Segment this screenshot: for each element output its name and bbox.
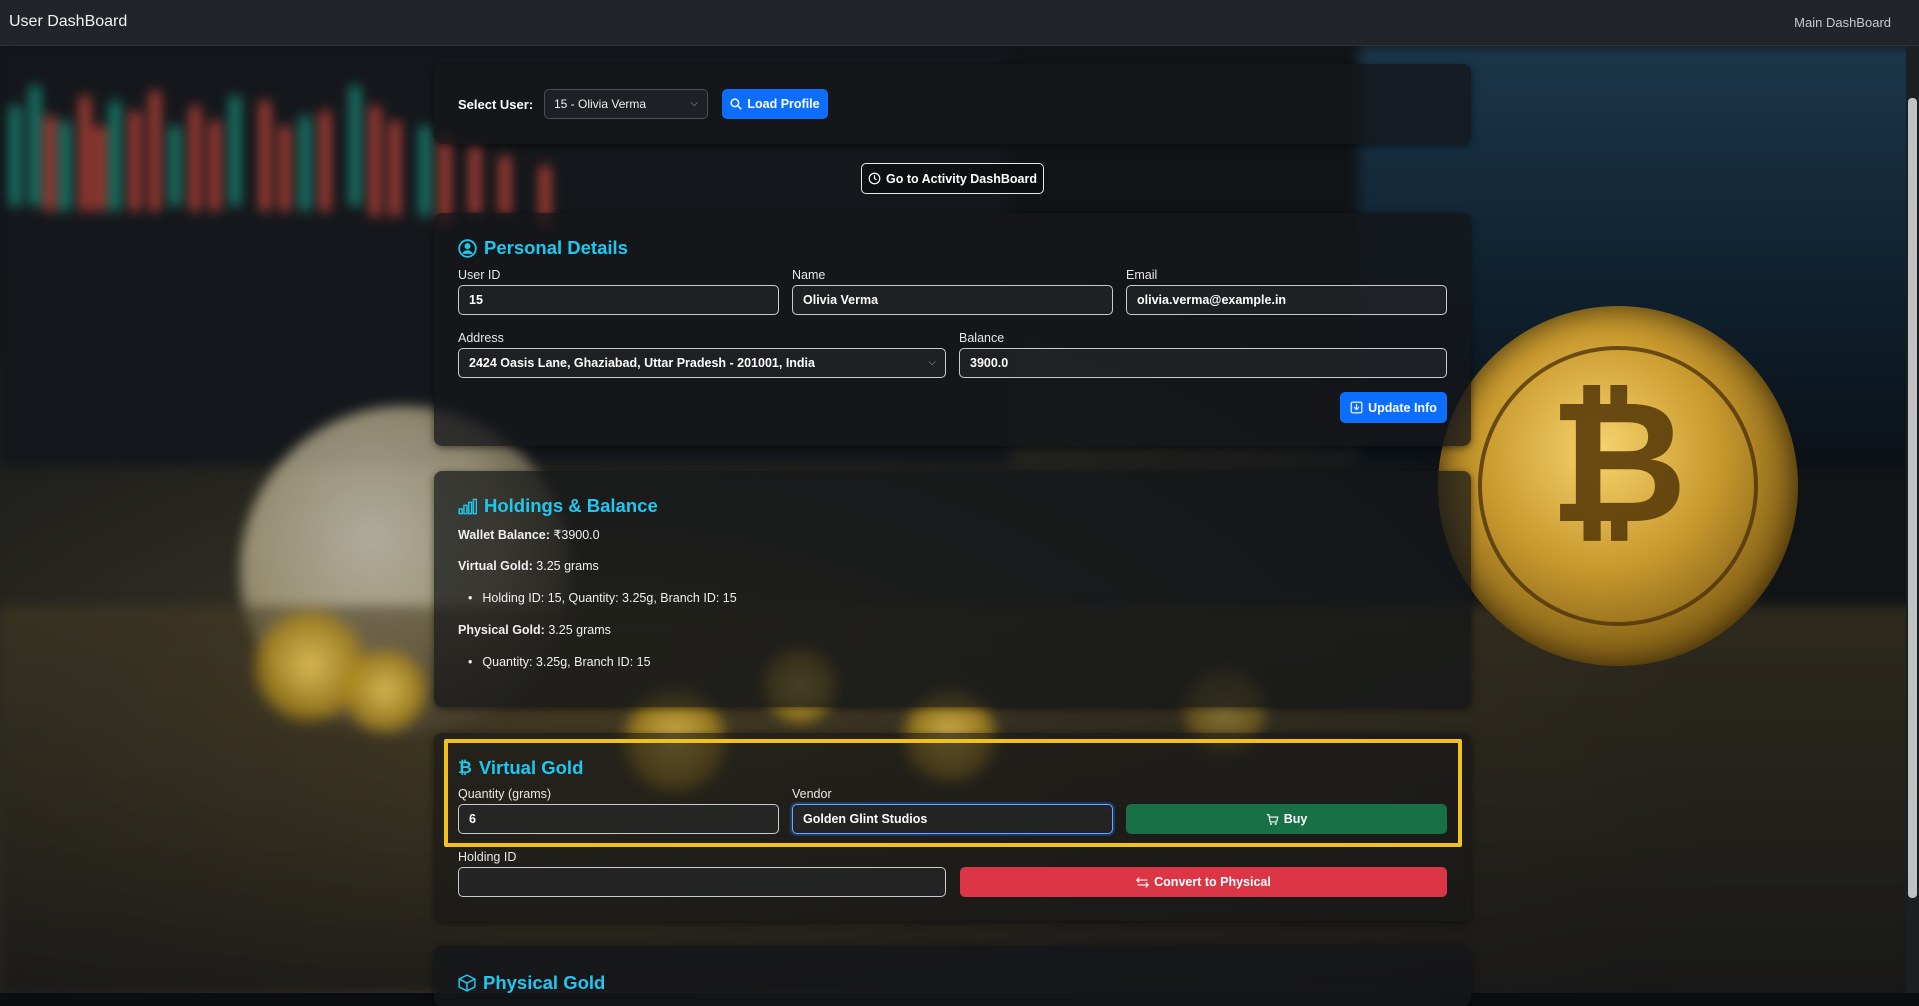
address-label: Address	[458, 331, 504, 345]
scrollbar-track[interactable]	[1906, 46, 1919, 993]
physical-gold-value: 3.25 grams	[548, 623, 611, 637]
main-dashboard-link[interactable]: Main DashBoard	[1794, 15, 1891, 30]
bitcoin-coin-image: ₿	[1438, 306, 1798, 666]
arrow-left-right-icon	[1136, 876, 1150, 888]
personal-details-card: Personal Details User ID 15 Name Olivia …	[434, 213, 1471, 446]
navbar: User DashBoard Main DashBoard	[0, 0, 1919, 46]
holding-id-input[interactable]	[458, 867, 946, 897]
physical-gold-card: Physical Gold	[434, 946, 1471, 1006]
email-label: Email	[1126, 268, 1158, 282]
user-select-dropdown[interactable]: 15 - Olivia Verma ⌵	[544, 89, 708, 119]
person-circle-icon	[458, 238, 477, 258]
update-info-label: Update Info	[1368, 400, 1437, 415]
navbar-brand[interactable]: User DashBoard	[9, 13, 127, 31]
chevron-down-icon: ⌵	[690, 98, 698, 109]
wallet-balance-line: Wallet Balance: ₹3900.0	[458, 527, 600, 542]
virtual-gold-line: Virtual Gold: 3.25 grams	[458, 559, 599, 573]
holdings-balance-card: Holdings & Balance Wallet Balance: ₹3900…	[434, 471, 1471, 707]
virtual-gold-label: Virtual Gold:	[458, 559, 533, 573]
user-id-label: User ID	[458, 268, 501, 282]
update-info-button[interactable]: Update Info	[1340, 392, 1447, 423]
virtual-gold-value: 3.25 grams	[536, 559, 599, 573]
chevron-down-icon: ⌵	[928, 357, 936, 368]
convert-to-physical-button[interactable]: Convert to Physical	[960, 867, 1447, 897]
select-user-label: Select User:	[458, 97, 534, 112]
highlight-box	[444, 739, 1462, 847]
balance-label: Balance	[959, 331, 1005, 345]
wallet-balance-value: ₹3900.0	[553, 528, 600, 542]
balance-input[interactable]: 3900.0	[959, 348, 1447, 378]
personal-details-title: Personal Details	[458, 237, 628, 259]
clock-icon	[868, 172, 881, 185]
scrollbar-thumb[interactable]	[1908, 98, 1917, 898]
wallet-balance-label: Wallet Balance:	[458, 528, 550, 542]
download-box-icon	[1350, 401, 1363, 414]
activity-dashboard-label: Go to Activity DashBoard	[886, 171, 1037, 186]
box-icon	[458, 974, 476, 992]
address-select[interactable]: 2424 Oasis Lane, Ghaziabad, Uttar Prades…	[458, 348, 946, 378]
name-label: Name	[792, 268, 826, 282]
holdings-title-text: Holdings & Balance	[484, 495, 658, 516]
physical-gold-label: Physical Gold:	[458, 623, 545, 637]
physical-gold-line: Physical Gold: 3.25 grams	[458, 623, 611, 637]
convert-label: Convert to Physical	[1154, 875, 1271, 889]
physical-gold-title-text: Physical Gold	[483, 972, 606, 993]
address-value: 2424 Oasis Lane, Ghaziabad, Uttar Prades…	[469, 356, 815, 370]
holdings-title: Holdings & Balance	[458, 495, 658, 517]
physical-gold-title: Physical Gold	[458, 972, 605, 994]
user-id-input[interactable]: 15	[458, 285, 779, 315]
holding-id-label: Holding ID	[458, 850, 517, 864]
bar-chart-icon	[458, 498, 477, 514]
load-profile-button[interactable]: Load Profile	[722, 89, 828, 119]
email-input[interactable]: olivia.verma@example.in	[1126, 285, 1447, 315]
selected-user-value: 15 - Olivia Verma	[554, 97, 647, 111]
activity-dashboard-button[interactable]: Go to Activity DashBoard	[861, 163, 1044, 194]
select-user-card: Select User: 15 - Olivia Verma ⌵ Load Pr…	[434, 64, 1471, 144]
name-input[interactable]: Olivia Verma	[792, 285, 1113, 315]
search-icon	[730, 98, 743, 110]
physical-holding-item: Quantity: 3.25g, Branch ID: 15	[468, 655, 650, 669]
load-profile-label: Load Profile	[747, 97, 820, 111]
personal-details-title-text: Personal Details	[484, 237, 628, 258]
virtual-holding-item: Holding ID: 15, Quantity: 3.25g, Branch …	[468, 591, 736, 605]
